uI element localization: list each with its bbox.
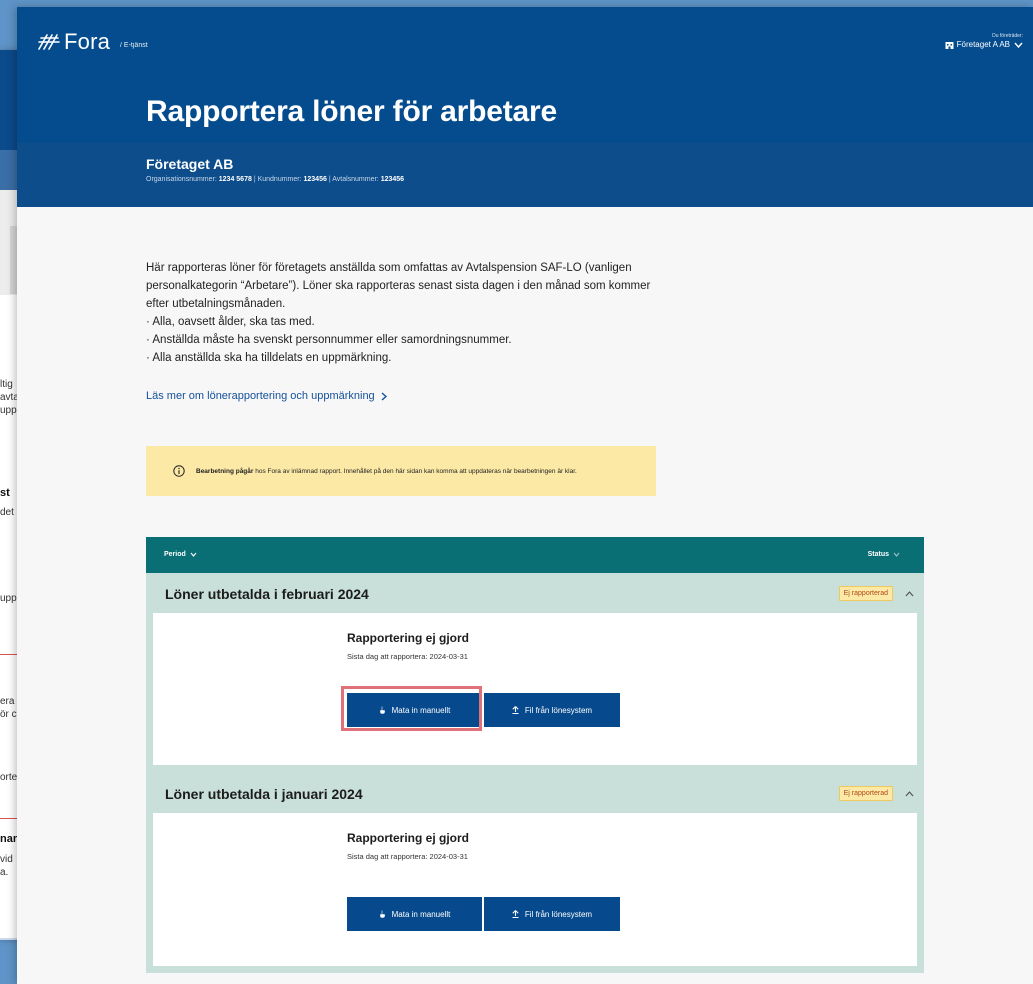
background-text: upp [0, 593, 17, 604]
intro-bullet: · Alla anställda ska ha tilldelats en up… [146, 352, 392, 364]
intro-bullet: · Anställda måste ha svenskt personnumme… [146, 334, 512, 346]
org-number-value: 1234 5678 [218, 176, 252, 183]
intro-text: Här rapporteras löner för företagets ans… [146, 259, 666, 367]
user-caption: Du företräder: [992, 33, 1023, 39]
building-icon [945, 41, 954, 49]
upload-icon [512, 706, 519, 714]
read-more-link[interactable]: Läs mer om lönerapportering och uppmärkn… [146, 390, 387, 402]
company-selector-label: Företaget A AB [956, 40, 1010, 49]
customer-number-value: 123456 [303, 176, 327, 183]
logo-text: Fora [64, 29, 111, 54]
deadline-text: Sista dag att rapportera: 2024-03-31 [347, 852, 468, 861]
company-meta: Organisationsnummer: 1234 5678 | Kundnum… [146, 176, 405, 183]
period-title: Löner utbetalda i februari 2024 [165, 586, 369, 602]
background-text: orte [0, 772, 18, 783]
background-heading: st [0, 487, 10, 499]
period-section-january: Löner utbetalda i januari 2024 Ej rappor… [146, 773, 924, 973]
file-upload-label: Fil från lönesystem [524, 909, 593, 919]
file-upload-label: Fil från lönesystem [524, 705, 593, 715]
background-heading: nar [0, 833, 18, 845]
chevron-up-icon[interactable] [905, 791, 914, 797]
company-info-bar: Företaget AB Organisationsnummer: 1234 5… [17, 143, 1033, 207]
status-header-label: Status [867, 551, 889, 558]
hand-pointer-icon [379, 910, 385, 918]
period-card: Rapportering ej gjord Sista dag att rapp… [153, 813, 917, 966]
manual-entry-button[interactable]: Mata in manuellt [347, 693, 482, 727]
period-section-february: Löner utbetalda i februari 2024 Ej rappo… [146, 573, 924, 773]
chevron-right-icon [381, 391, 387, 401]
hand-pointer-icon [379, 706, 385, 714]
background-text: ltig [0, 379, 13, 390]
status-sort-button[interactable]: Status [868, 551, 900, 558]
file-upload-button[interactable]: Fil från lönesystem [484, 693, 620, 727]
info-icon [173, 465, 185, 477]
agreement-number-value: 123456 [380, 176, 405, 183]
period-title: Löner utbetalda i januari 2024 [165, 786, 363, 802]
processing-notice: Bearbetning pågår hos Fora av inlämnad r… [146, 446, 656, 496]
period-table-header: Period Status [146, 537, 924, 573]
org-number-label: Organisationsnummer: [146, 176, 217, 183]
background-text: ör c [0, 709, 17, 720]
top-header: Fora / E-tjänst Du företräder: Företaget… [17, 7, 1033, 143]
card-title: Rapportering ej gjord [347, 831, 470, 845]
background-text: upp [0, 405, 17, 416]
fora-logo[interactable]: Fora / E-tjänst [37, 29, 148, 55]
main-window: Fora / E-tjänst Du företräder: Företaget… [17, 7, 1033, 984]
background-text: era [0, 696, 15, 707]
customer-number-label: Kundnummer: [257, 176, 302, 183]
manual-entry-label: Mata in manuellt [391, 705, 451, 715]
manual-entry-label: Mata in manuellt [391, 909, 451, 919]
agreement-number-label: Avtalsnummer: [332, 176, 379, 183]
file-upload-button[interactable]: Fil från lönesystem [484, 897, 620, 931]
chevron-up-icon[interactable] [905, 591, 914, 597]
chevron-down-icon [893, 552, 900, 557]
card-title: Rapportering ej gjord [347, 631, 470, 645]
status-badge: Ej rapporterad [838, 586, 893, 601]
background-text: det [0, 507, 14, 518]
period-header-label: Period [164, 551, 186, 558]
read-more-label: Läs mer om lönerapportering och uppmärkn… [146, 390, 375, 402]
fora-logo-icon [38, 34, 60, 50]
background-text: vid [0, 854, 13, 865]
notice-bold: Bearbetning pågår [196, 467, 254, 475]
company-selector-row: Företaget A AB [945, 40, 1023, 49]
company-selector[interactable]: Du företräder: Företaget A AB [945, 33, 1023, 49]
background-text: a. [0, 867, 9, 878]
chevron-down-icon [190, 552, 197, 557]
intro-bullet: · Alla, oavsett ålder, ska tas med. [146, 316, 315, 328]
notice-body: hos Fora av inlämnad rapport. Innehållet… [253, 467, 577, 475]
period-card: Rapportering ej gjord Sista dag att rapp… [153, 613, 917, 765]
notice-text: Bearbetning pågår hos Fora av inlämnad r… [196, 467, 626, 476]
manual-entry-button[interactable]: Mata in manuellt [347, 897, 482, 931]
chevron-down-icon [1014, 42, 1023, 48]
intro-paragraph: Här rapporteras löner för företagets ans… [146, 262, 651, 310]
deadline-text: Sista dag att rapportera: 2024-03-31 [347, 652, 468, 661]
company-name: Företaget AB [146, 156, 234, 172]
status-badge: Ej rapporterad [838, 786, 893, 801]
page-title: Rapportera löner för arbetare [146, 95, 557, 128]
service-label: / E-tjänst [120, 41, 148, 49]
upload-icon [512, 910, 519, 918]
period-sort-button[interactable]: Period [164, 551, 197, 558]
